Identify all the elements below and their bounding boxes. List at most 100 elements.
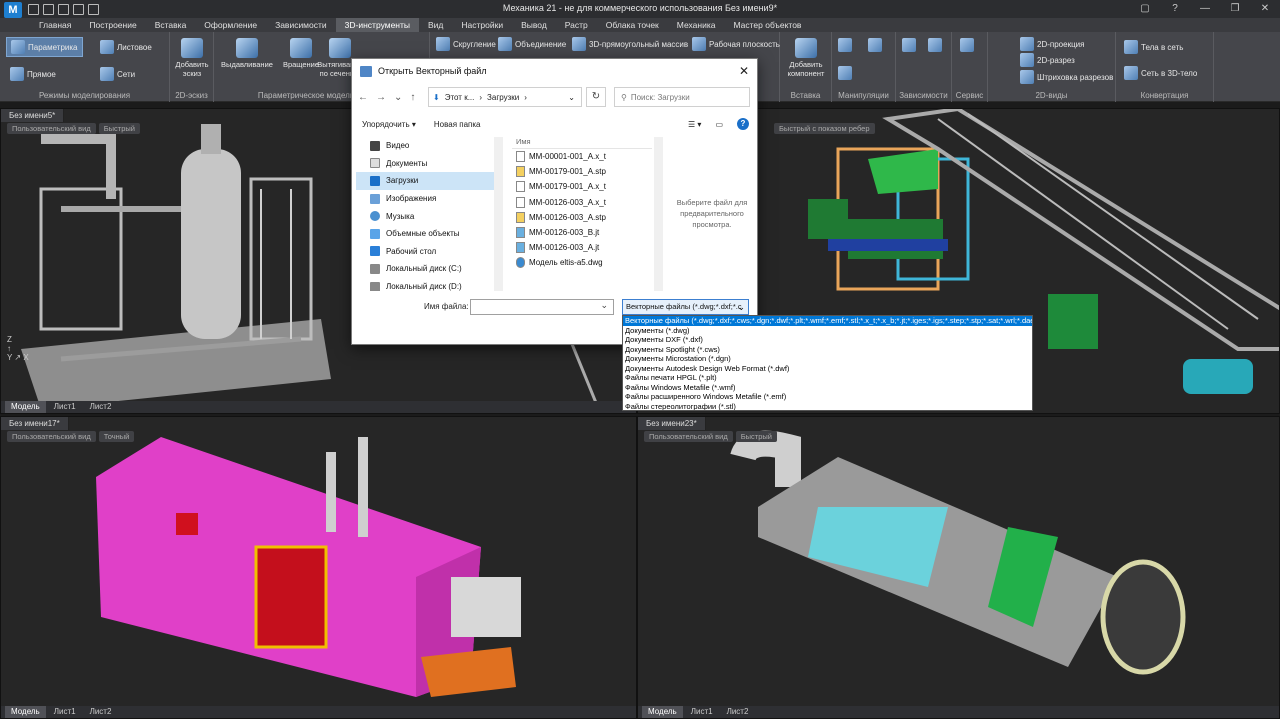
maximize-button[interactable]: ❐ [1220,0,1250,18]
filetype-option[interactable]: Файлы Windows Metafile (*.wmf) [623,383,1032,393]
nav-item-music[interactable]: Музыка [356,207,494,225]
menu-annotate[interactable]: Оформление [195,18,266,32]
render-mode-button[interactable]: Быстрый [735,430,777,442]
manip-align-button[interactable] [838,66,852,80]
minimize-button[interactable]: — [1190,0,1220,18]
menu-3d-tools[interactable]: 3D-инструменты [335,18,419,32]
close-button[interactable]: ✕ [1250,0,1280,18]
list-item[interactable]: MM-00001-001_A.x_t [512,149,652,164]
bodies-to-mesh-button[interactable]: Тела в сеть [1124,40,1183,54]
filetype-option[interactable]: Векторные файлы (*.dwg;*.dxf;*.cws;*.dgn… [623,316,1032,326]
2d-projection-button[interactable]: 2D-проекция [1020,37,1084,51]
manip-move-button[interactable] [838,38,852,52]
nav-item-images[interactable]: Изображения [356,190,494,208]
menu-build[interactable]: Построение [80,18,145,32]
add-component-button[interactable]: Добавить компонент [782,38,830,78]
fillet-button[interactable]: Скругление [436,37,496,51]
filetype-option[interactable]: Документы Spotlight (*.cws) [623,345,1032,355]
menu-mechanics[interactable]: Механика [668,18,725,32]
preview-pane-icon[interactable]: ▭ [715,120,723,129]
render-mode-button[interactable]: Быстрый [98,122,140,134]
filetype-option[interactable]: Документы Microstation (*.dgn) [623,354,1032,364]
dialog-close-icon[interactable]: ✕ [739,64,749,78]
menu-insert[interactable]: Вставка [146,18,196,32]
nav-item-desktop[interactable]: Рабочий стол [356,243,494,261]
save-icon[interactable] [58,3,69,15]
help-button[interactable]: ? [1160,0,1190,18]
sheet-tab-model[interactable]: Модель [642,706,683,718]
organize-button[interactable]: Упорядочить ▾ [362,120,416,129]
back-arrow-icon[interactable]: ← [358,92,368,103]
print-icon[interactable] [88,3,99,15]
add-sketch-button[interactable]: Добавить эскиз [172,38,212,78]
view-type-button[interactable]: Пользовательский вид [7,430,96,442]
sheet-tab-model[interactable]: Модель [5,401,46,413]
menu-settings[interactable]: Настройки [452,18,512,32]
viewport-tab[interactable]: Без имени5* [1,109,65,122]
list-item[interactable]: Модель eltis-a5.dwg [512,255,652,270]
help-icon[interactable]: ? [737,118,749,130]
viewport-bottom-right[interactable]: Без имени23* Пользовательский вид Быстры… [637,416,1280,719]
sheet-tab-2[interactable]: Лист2 [721,706,755,718]
nav-item-disk-c[interactable]: Локальный диск (C:) [356,260,494,278]
viewport-tab[interactable]: Без имени17* [1,417,69,430]
service-button[interactable] [960,38,974,52]
viewport-bottom-left[interactable]: Без имени17* Пользовательский вид Точный… [0,416,637,719]
search-box[interactable]: ⚲ Поиск: Загрузки [614,87,750,107]
forward-arrow-icon[interactable]: → [376,92,386,103]
nav-item-documents[interactable]: Документы [356,155,494,173]
list-item[interactable]: MM-00179-001_A.stp [512,164,652,179]
manip-rotate-button[interactable] [868,38,882,52]
union-button[interactable]: Объединение [498,37,566,51]
dep-button-2[interactable] [928,38,942,52]
breadcrumb-this-pc[interactable]: Этот к... [445,93,475,102]
filetype-option[interactable]: Документы DXF (*.dxf) [623,335,1032,345]
view-options-icon[interactable]: ☰ ▾ [688,120,701,129]
nav-item-3d-objects[interactable]: Объемные объекты [356,225,494,243]
sheet-metal-button[interactable]: Листовое [100,40,152,54]
sheet-tab-1[interactable]: Лист1 [685,706,719,718]
list-item[interactable]: MM-00126-003_A.jt [512,240,652,255]
workplane-button[interactable]: Рабочая плоскость [692,37,780,51]
file-list-scrollbar[interactable] [654,137,663,291]
section-hatch-button[interactable]: Штриховка разрезов [1020,70,1113,84]
sheet-tab-2[interactable]: Лист2 [84,401,118,413]
viewport-tab[interactable]: Без имени23* [638,417,706,430]
address-bar[interactable]: ⬇ Этот к... › Загрузки › ⌄ [428,87,582,107]
filetype-option[interactable]: Файлы расширенного Windows Metafile (*.e… [623,392,1032,402]
view-type-button[interactable]: Пользовательский вид [7,122,96,134]
list-item[interactable]: MM-00179-001_A.x_t [512,179,652,194]
recent-chevron-icon[interactable]: ⌄ [394,92,402,103]
filetype-option[interactable]: Документы (*.dwg) [623,326,1032,336]
nav-item-disk-d[interactable]: Локальный диск (D:) [356,278,494,291]
list-item[interactable]: MM-00126-003_A.stp [512,210,652,225]
open-file-icon[interactable] [43,3,54,15]
sheet-tab-2[interactable]: Лист2 [84,706,118,718]
save-as-icon[interactable] [73,3,84,15]
mesh-button[interactable]: Сети [100,67,135,81]
nav-item-video[interactable]: Видео [356,137,494,155]
menu-constraints[interactable]: Зависимости [266,18,336,32]
2d-section-button[interactable]: 2D-разрез [1020,53,1075,67]
mesh-to-solid-button[interactable]: Сеть в 3D-тело [1124,66,1197,80]
menu-raster[interactable]: Растр [556,18,597,32]
sheet-tab-1[interactable]: Лист1 [48,401,82,413]
address-dropdown-icon[interactable]: ⌄ [568,93,575,102]
render-mode-button[interactable]: Точный [98,430,135,442]
rect-array-button[interactable]: 3D-прямоугольный массив [572,37,688,51]
refresh-icon[interactable]: ↻ [586,87,606,107]
render-mode-button[interactable]: Быстрый с показом ребер [774,122,875,134]
new-folder-button[interactable]: Новая папка [434,120,481,129]
filetype-option[interactable]: Файлы стереолитографии (*.stl) [623,402,1032,411]
list-item[interactable]: MM-00126-003_A.x_t [512,195,652,210]
view-type-button[interactable]: Пользовательский вид [644,430,733,442]
parametric-button[interactable]: Параметрика [6,37,83,57]
sheet-tab-model[interactable]: Модель [5,706,46,718]
up-arrow-icon[interactable]: ↑ [410,92,415,103]
filetype-option[interactable]: Документы Autodesk Design Web Format (*.… [623,364,1032,374]
nav-scrollbar[interactable] [494,137,503,291]
extrude-button[interactable]: Выдавливание [216,38,278,69]
breadcrumb-downloads[interactable]: Загрузки [487,93,519,102]
filetype-select[interactable]: Векторные файлы (*.dwg;*.dxf;*.c [622,299,749,315]
menu-home[interactable]: Главная [30,18,80,32]
